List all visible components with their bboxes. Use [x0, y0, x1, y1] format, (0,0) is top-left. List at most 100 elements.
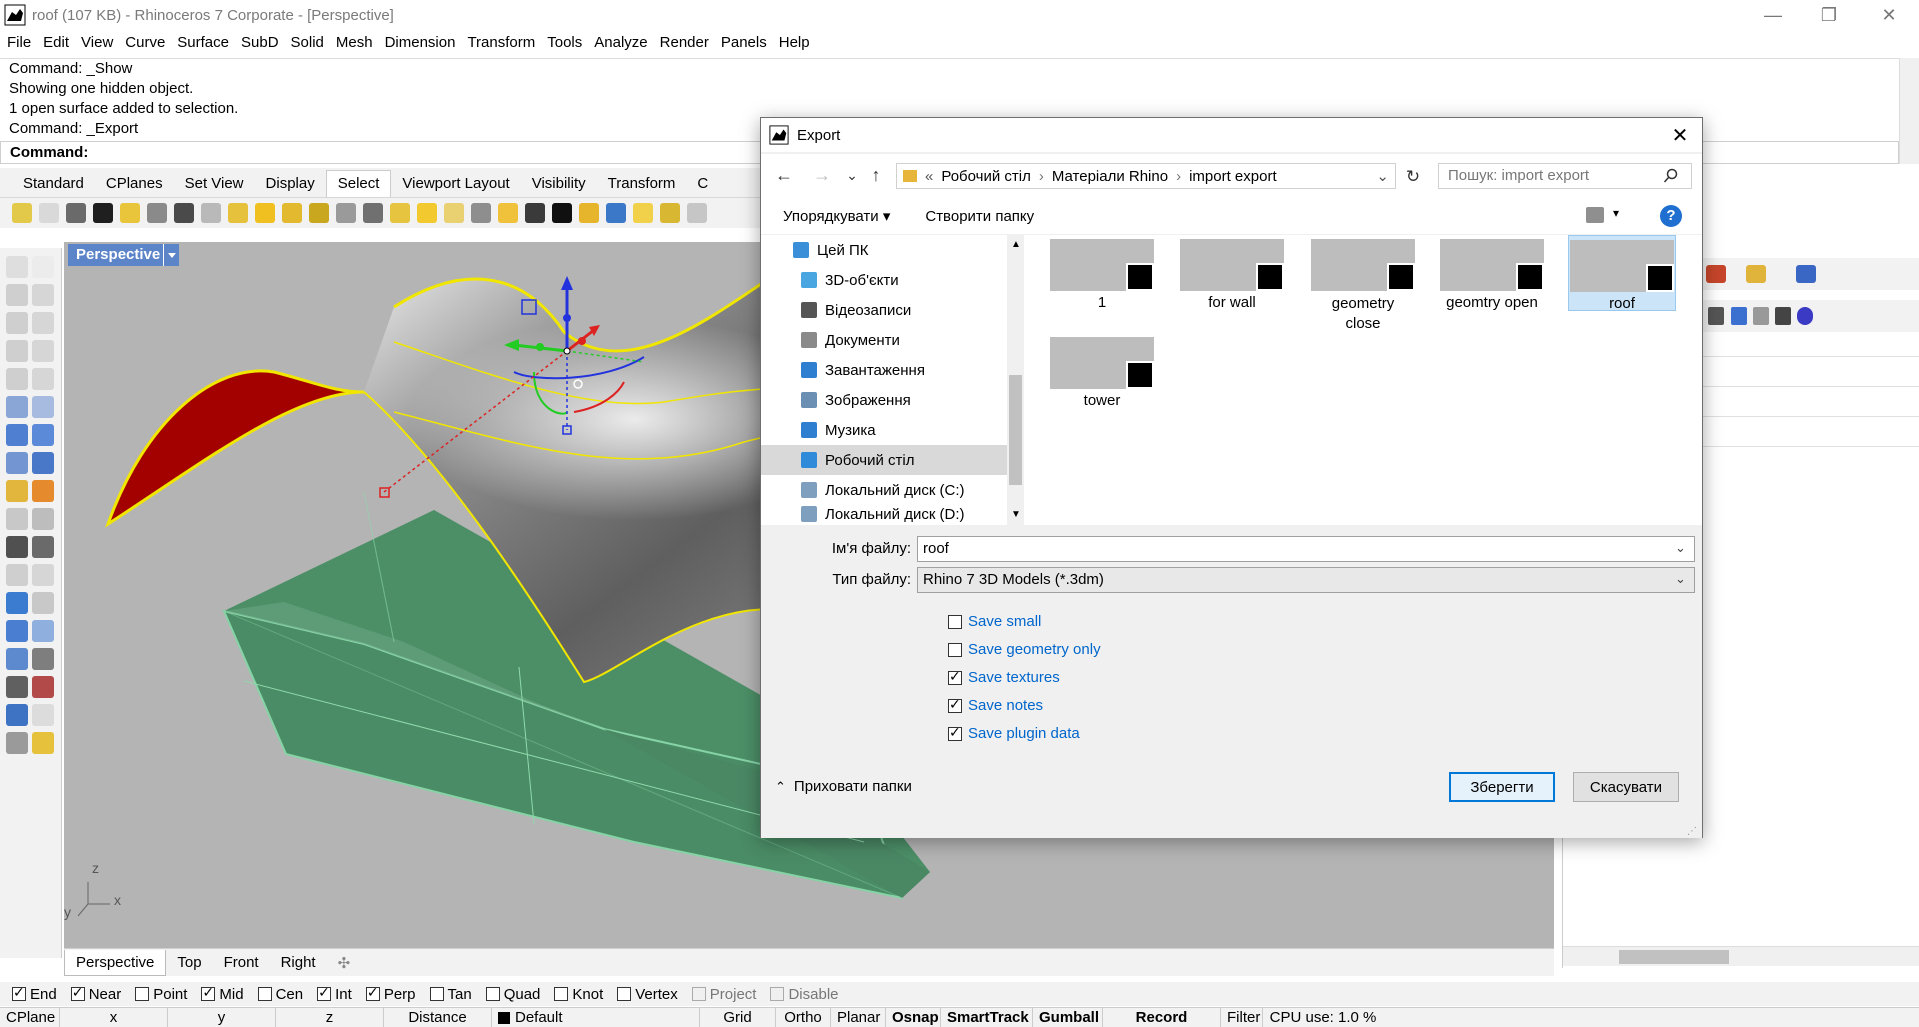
panel-edit-icon[interactable]: [1706, 265, 1726, 283]
fillet-curve-icon[interactable]: [32, 368, 54, 390]
add-viewport-icon[interactable]: ✣: [327, 950, 362, 976]
osnap-mid[interactable]: Mid: [201, 984, 244, 1003]
rotate-icon[interactable]: [6, 564, 28, 586]
option-save-notes[interactable]: Save notes: [948, 696, 1043, 714]
option-save-plugin-data[interactable]: Save plugin data: [948, 724, 1080, 742]
select-solids-icon[interactable]: [282, 203, 302, 223]
render-icon[interactable]: [6, 732, 28, 754]
osnap-knot[interactable]: Knot: [554, 986, 603, 1003]
osnap-perp[interactable]: Perp: [365, 984, 416, 1003]
tab-standard[interactable]: Standard: [12, 175, 95, 197]
polyline-icon[interactable]: [6, 284, 28, 306]
hide-folders-toggle[interactable]: ⌃ Приховати папки: [775, 778, 912, 795]
osnap-near-checkbox[interactable]: [70, 984, 85, 1001]
scroll-up-chevron-icon[interactable]: ▲: [1011, 239, 1021, 250]
viewport-title[interactable]: Perspective: [68, 244, 171, 266]
file-item[interactable]: 1: [1048, 235, 1156, 311]
breadcrumb-rhino-materials[interactable]: Матеріали Rhino: [1052, 168, 1168, 185]
panel-help-icon[interactable]: [1796, 265, 1816, 283]
select-blocks-icon[interactable]: [498, 203, 518, 223]
filename-dropdown-chevron-icon[interactable]: ⌄: [1675, 540, 1686, 556]
osnap-mid-checkbox[interactable]: [201, 984, 216, 1001]
point-icon[interactable]: [32, 256, 54, 278]
restore-button[interactable]: ❐: [1801, 0, 1857, 30]
status-smarttrack[interactable]: SmartTrack: [941, 1007, 1033, 1027]
panel-folder-icon[interactable]: [1746, 265, 1766, 283]
select-points-cloud-icon[interactable]: [363, 203, 383, 223]
curve-icon[interactable]: [32, 284, 54, 306]
menu-view[interactable]: View: [81, 34, 113, 51]
surface-from-points-icon[interactable]: [6, 396, 28, 418]
tab-perspective[interactable]: Perspective: [64, 949, 167, 976]
osnap-knot-checkbox[interactable]: [554, 987, 569, 1001]
search-input[interactable]: Пошук: import export: [1438, 163, 1692, 189]
save-geometry-only-checkbox[interactable]: [948, 642, 962, 657]
group-icon[interactable]: [6, 536, 28, 558]
breadcrumb-import-export[interactable]: import export: [1189, 168, 1277, 185]
select-planar-icon[interactable]: [633, 203, 653, 223]
menu-subd[interactable]: SubD: [241, 34, 279, 51]
menu-analyze[interactable]: Analyze: [594, 34, 647, 51]
help-button[interactable]: ?: [1660, 205, 1682, 227]
tab-select[interactable]: Select: [325, 170, 392, 197]
osnap-tan[interactable]: Tan: [429, 986, 472, 1003]
arc-icon[interactable]: [6, 340, 28, 362]
file-item[interactable]: tower: [1048, 333, 1156, 409]
polygon-icon[interactable]: [6, 368, 28, 390]
nav-this-pc[interactable]: Цей ПК: [761, 235, 1007, 265]
osnap-int[interactable]: Int: [317, 984, 352, 1003]
select-text-icon[interactable]: [228, 203, 248, 223]
file-item[interactable]: geometry close: [1308, 235, 1418, 334]
tab-display[interactable]: Display: [255, 175, 326, 197]
select-color-icon[interactable]: [525, 203, 545, 223]
minimize-button[interactable]: —: [1745, 0, 1801, 30]
status-osnap[interactable]: Osnap: [886, 1007, 941, 1027]
breadcrumb-overflow[interactable]: «: [925, 168, 933, 185]
view-options-chevron-icon[interactable]: ▾: [1613, 206, 1619, 220]
save-plugin-data-checkbox[interactable]: [948, 724, 962, 741]
status-planar[interactable]: Planar: [831, 1007, 886, 1027]
select-dupes-icon[interactable]: [471, 203, 491, 223]
osnap-vertex[interactable]: Vertex: [617, 986, 678, 1003]
layout-icon[interactable]: [32, 648, 54, 670]
menu-mesh[interactable]: Mesh: [336, 34, 373, 51]
breadcrumb-desktop[interactable]: Робочий стіл: [941, 168, 1031, 185]
menu-tools[interactable]: Tools: [547, 34, 582, 51]
nav-downloads[interactable]: Завантаження: [761, 355, 1007, 385]
check-icon[interactable]: [32, 704, 54, 726]
forward-arrow-icon[interactable]: →: [811, 164, 833, 186]
option-save-small[interactable]: Save small: [948, 613, 1041, 630]
select-extrusion-icon[interactable]: [579, 203, 599, 223]
menu-help[interactable]: Help: [779, 34, 810, 51]
select-polycurves-icon[interactable]: [660, 203, 680, 223]
menu-file[interactable]: File: [7, 34, 31, 51]
nav-desktop[interactable]: Робочий стіл: [761, 445, 1007, 475]
array-icon[interactable]: [32, 536, 54, 558]
move-icon[interactable]: [6, 508, 28, 530]
close-window-button[interactable]: ✕: [1861, 0, 1917, 30]
status-filter[interactable]: Filter: [1221, 1007, 1263, 1027]
cancel-button[interactable]: Скасувати: [1573, 772, 1679, 802]
save-small-checkbox[interactable]: [948, 614, 962, 629]
select-dots-icon[interactable]: [336, 203, 356, 223]
osnap-quad-checkbox[interactable]: [485, 987, 500, 1001]
filename-input[interactable]: roof: [917, 536, 1695, 562]
material-icon[interactable]: [32, 732, 54, 754]
osnap-cen-checkbox[interactable]: [257, 987, 272, 1001]
save-notes-checkbox[interactable]: [948, 696, 962, 713]
recent-locations-chevron-icon[interactable]: ⌄: [841, 164, 863, 186]
explode-icon[interactable]: [32, 480, 54, 502]
tab-viewport-layout[interactable]: Viewport Layout: [391, 175, 520, 197]
panel-page-icon[interactable]: [1753, 307, 1769, 325]
block-edit-icon[interactable]: [32, 620, 54, 642]
view-options-icon[interactable]: [1586, 207, 1604, 223]
filetype-dropdown-chevron-icon[interactable]: ⌄: [1675, 571, 1686, 587]
select-hatch-icon[interactable]: [444, 203, 464, 223]
tab-set-view[interactable]: Set View: [174, 175, 255, 197]
select-polysurfaces-icon[interactable]: [255, 203, 275, 223]
osnap-end-checkbox[interactable]: [12, 984, 26, 1001]
dialog-close-button[interactable]: ✕: [1658, 118, 1702, 152]
select-material-icon[interactable]: [552, 203, 572, 223]
select-lights-icon[interactable]: [201, 203, 221, 223]
organize-button[interactable]: Упорядкувати ▾: [783, 207, 890, 225]
